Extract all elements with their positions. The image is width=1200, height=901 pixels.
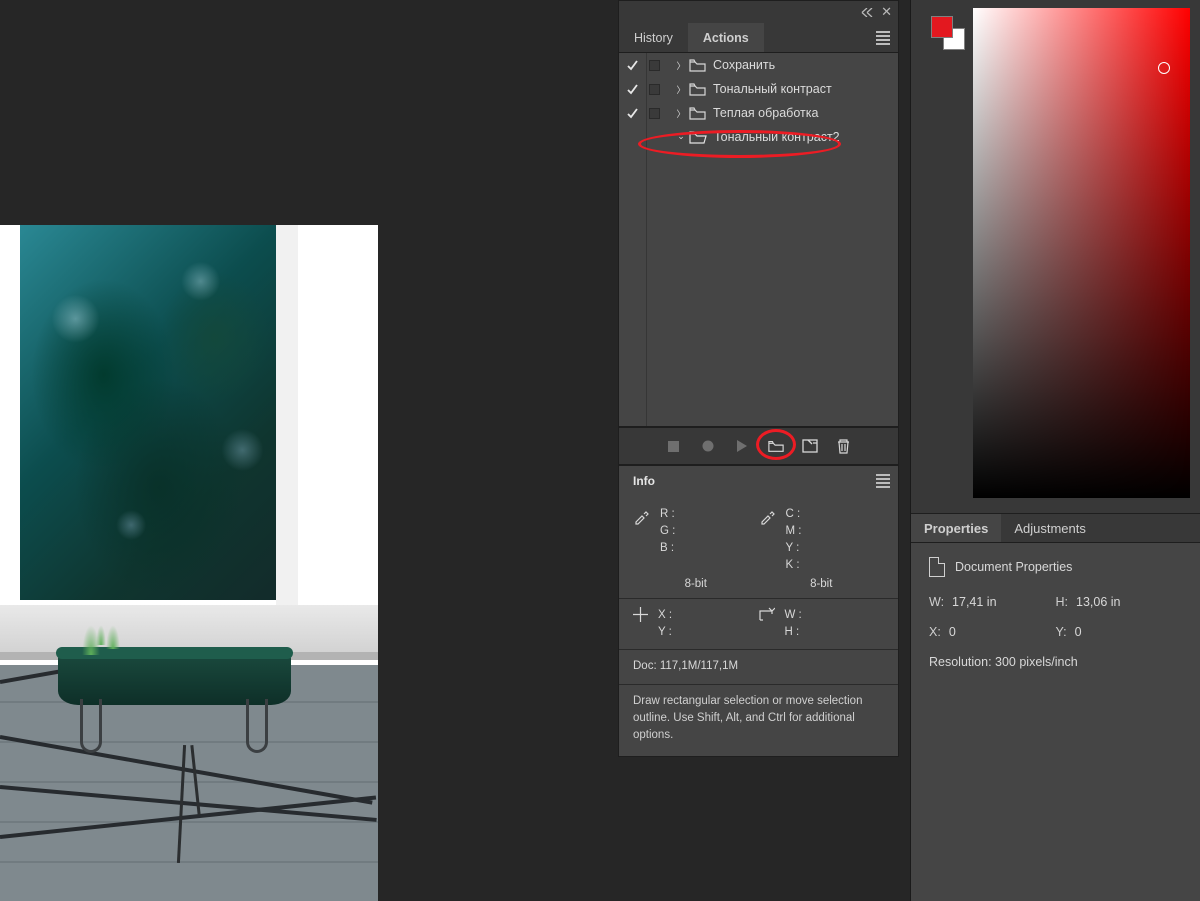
- label-y: Y :: [658, 624, 672, 641]
- record-icon[interactable]: [700, 438, 716, 454]
- label-x: X:: [929, 625, 941, 639]
- resolution: Resolution: 300 pixels/inch: [929, 655, 1182, 669]
- folder-icon: [689, 107, 706, 120]
- doc-size: Doc: 117,1M/117,1M: [633, 658, 884, 676]
- status-hint: Draw rectangular selection or move selec…: [633, 693, 884, 744]
- crosshair-icon: [633, 607, 648, 622]
- label-y: Y :: [786, 540, 802, 557]
- close-icon[interactable]: ✕: [881, 4, 892, 20]
- label-g: G :: [660, 523, 675, 540]
- bits-cmyk: 8-bit: [759, 574, 885, 590]
- stop-icon[interactable]: [666, 438, 682, 454]
- eyedropper-icon: [759, 506, 776, 525]
- color-picker-marker[interactable]: [1158, 62, 1170, 74]
- canvas-area[interactable]: [0, 0, 615, 901]
- value-y: 0: [1075, 625, 1082, 639]
- action-label: Теплая обработка: [706, 106, 818, 120]
- folder-icon: [689, 59, 706, 72]
- foreground-swatch[interactable]: [931, 16, 953, 38]
- trash-icon[interactable]: [836, 438, 852, 454]
- action-item-selected[interactable]: ⌄ Тональный контраст2: [619, 125, 898, 149]
- eyedropper-icon: [633, 506, 650, 525]
- label-y: Y:: [1056, 625, 1067, 639]
- label-x: X :: [658, 607, 672, 624]
- collapse-icon[interactable]: [861, 8, 873, 17]
- tab-actions[interactable]: Actions: [688, 23, 764, 52]
- label-b: B :: [660, 540, 675, 557]
- action-label: Тональный контраст2: [707, 130, 840, 144]
- bits-rgb: 8-bit: [633, 574, 759, 590]
- tab-properties[interactable]: Properties: [911, 514, 1001, 542]
- dimension-icon: [759, 607, 775, 621]
- folder-icon: [689, 83, 706, 96]
- label-h: H :: [785, 624, 802, 641]
- tab-history[interactable]: History: [619, 23, 688, 52]
- new-set-icon[interactable]: [768, 438, 784, 454]
- panel-menu-icon[interactable]: [876, 474, 890, 488]
- label-m: M :: [786, 523, 802, 540]
- action-label: Сохранить: [706, 58, 775, 72]
- action-item[interactable]: 〉 Теплая обработка: [619, 101, 898, 125]
- color-swatches[interactable]: [931, 16, 965, 50]
- panel-menu-icon[interactable]: [876, 31, 890, 45]
- action-item[interactable]: 〉 Тональный контраст: [619, 77, 898, 101]
- info-panel: Info R : G : B : C : M : Y : K :: [618, 465, 899, 757]
- label-w: W :: [785, 607, 802, 624]
- color-picker-field[interactable]: [973, 8, 1190, 498]
- tab-adjustments[interactable]: Adjustments: [1001, 514, 1099, 542]
- value-height: 13,06 in: [1076, 595, 1120, 609]
- right-panel: Properties Adjustments Document Properti…: [910, 0, 1200, 901]
- new-action-icon[interactable]: [802, 438, 818, 454]
- label-c: C :: [786, 506, 802, 523]
- label-r: R :: [660, 506, 675, 523]
- play-icon[interactable]: [734, 438, 750, 454]
- label-width: W:: [929, 595, 944, 609]
- info-title: Info: [633, 474, 655, 488]
- actions-panel: ✕ History Actions 〉 Сохранить 〉 Тональны…: [618, 0, 899, 465]
- document-icon: [929, 557, 945, 577]
- action-label: Тональный контраст: [706, 82, 832, 96]
- properties-title: Document Properties: [955, 560, 1072, 574]
- label-k: K :: [786, 557, 802, 574]
- folder-open-icon: [689, 131, 707, 144]
- value-width: 17,41 in: [952, 595, 996, 609]
- value-x: 0: [949, 625, 956, 639]
- document-image[interactable]: [0, 225, 378, 901]
- label-height: H:: [1056, 595, 1069, 609]
- action-item[interactable]: 〉 Сохранить: [619, 53, 898, 77]
